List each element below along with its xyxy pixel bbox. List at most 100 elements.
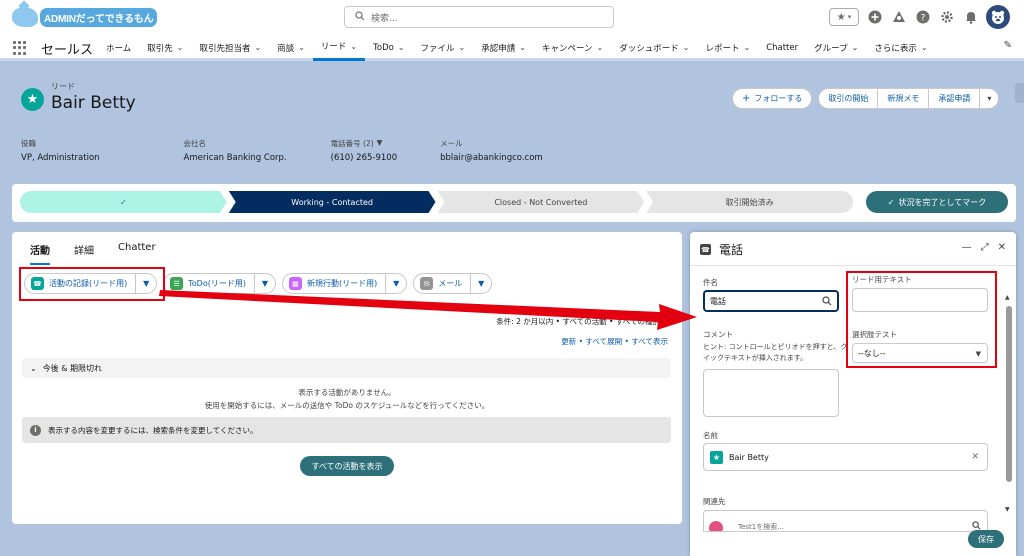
field-label: 会社名 [183, 139, 207, 148]
chevron-down-icon: ▼ [478, 279, 485, 288]
panel-scrollbar[interactable]: ▲ ▼ [1005, 294, 1012, 514]
field-title: 役職 VP, Administration [21, 138, 100, 163]
nav-item[interactable]: 承認申請 ⌄ [473, 34, 534, 61]
help-icon[interactable]: ? [914, 9, 931, 26]
check-icon: ✓ [887, 197, 895, 207]
expand-icon[interactable]: ⤢ [981, 242, 989, 253]
nav-item[interactable]: さらに表示 ⌄ [866, 34, 935, 61]
user-avatar[interactable] [986, 5, 1010, 29]
scroll-thumb[interactable] [1006, 306, 1012, 482]
nav-item[interactable]: 取引先担当者 ⌄ [191, 34, 269, 61]
nav-item[interactable]: グループ ⌄ [806, 34, 866, 61]
record-type-label: リード [51, 82, 75, 91]
refresh-link[interactable]: 更新 [561, 337, 576, 346]
notifications-bell-icon[interactable] [962, 9, 979, 26]
nav-item[interactable]: ホーム [98, 34, 139, 61]
new-event-button[interactable]: ▦ 新規行動(リード用) [283, 274, 387, 293]
tab-chatter[interactable]: Chatter [118, 242, 156, 265]
task-dropdown[interactable]: ▼ [255, 274, 275, 293]
name-value: Bair Betty [729, 452, 769, 462]
mark-complete-button[interactable]: ✓ 状況を完了としてマーク [866, 191, 1008, 213]
comment-textarea[interactable] [703, 369, 839, 417]
chevron-down-icon[interactable]: ⌄ [921, 43, 928, 52]
task-publisher[interactable]: ☰ ToDo(リード用) ▼ [163, 273, 276, 294]
chevron-down-icon[interactable]: ⌄ [298, 43, 305, 52]
app-launcher-icon[interactable] [13, 41, 27, 55]
chevron-down-icon[interactable]: ⌄ [597, 43, 604, 52]
subject-input[interactable]: 電話 [703, 290, 839, 312]
chevron-down-icon[interactable]: ⌄ [254, 43, 261, 52]
minimize-icon[interactable]: — [962, 242, 972, 253]
email-dropdown[interactable]: ▼ [471, 274, 491, 293]
new-task-button[interactable]: ☰ ToDo(リード用) [164, 274, 255, 293]
org-logo[interactable]: ADMINだってできるもん [12, 7, 158, 27]
chevron-down-icon[interactable]: ⌄ [683, 43, 690, 52]
mark-complete-label: 状況を完了としてマーク [898, 197, 987, 207]
chevron-down-icon[interactable]: ⌄ [177, 43, 184, 52]
nav-item[interactable]: 取引先 ⌄ [139, 34, 191, 61]
nav-item[interactable]: ファイル ⌄ [413, 34, 474, 61]
upcoming-overdue-section[interactable]: ⌄ 今後 & 期限切れ [22, 358, 671, 378]
follow-button[interactable]: + フォローする [732, 88, 813, 109]
comment-label: コメント [703, 330, 733, 339]
nav-item-label: ダッシュボード [619, 43, 679, 54]
save-button[interactable]: 保存 [968, 530, 1004, 548]
chevron-down-icon[interactable]: ⌄ [519, 43, 526, 52]
event-dropdown[interactable]: ▼ [386, 274, 406, 293]
convert-button[interactable]: 取引の開始 [818, 88, 879, 109]
view-all-link[interactable]: すべて表示 [631, 337, 668, 346]
chevron-down-icon[interactable]: ⌄ [398, 43, 405, 52]
event-publisher[interactable]: ▦ 新規行動(リード用) ▼ [281, 273, 408, 294]
tab-details[interactable]: 詳細 [74, 242, 94, 265]
chevron-down-icon[interactable]: ⌄ [743, 43, 750, 52]
nav-item-label: ホーム [106, 43, 132, 54]
chevron-down-icon[interactable]: ⌄ [459, 43, 466, 52]
new-note-button[interactable]: 新規メモ [877, 88, 930, 109]
nav-item[interactable]: リード ⌄ [312, 34, 366, 61]
expand-all-link[interactable]: すべて展開 [585, 337, 622, 346]
lead-star-icon: ★ [21, 88, 44, 111]
utility-side-tab[interactable] [1015, 83, 1024, 103]
chevron-down-icon[interactable]: ⌄ [852, 43, 859, 52]
field-label: メール [440, 139, 463, 148]
setup-gear-icon[interactable] [938, 9, 955, 26]
activity-filter-text[interactable]: 条件: 2 か月以内 • すべての活動 • すべての種別 [496, 316, 660, 327]
chevron-down-icon: ▾ [987, 94, 992, 103]
global-search-input[interactable]: 検索... [344, 6, 614, 28]
nav-item[interactable]: Chatter [758, 34, 806, 61]
nav-item[interactable]: 商談 ⌄ [269, 34, 313, 61]
approval-button[interactable]: 承認申請 [928, 88, 981, 109]
nav-item[interactable]: ToDo ⌄ [365, 34, 412, 61]
email-publisher[interactable]: ✉ メール ▼ [413, 273, 493, 294]
panel-controls: — ⤢ ✕ [962, 242, 1006, 253]
subject-value: 電話 [710, 296, 726, 306]
related-lookup-input[interactable]: Test1を検索... [703, 510, 988, 532]
scroll-up-icon[interactable]: ▲ [1005, 294, 1010, 301]
name-lookup[interactable]: ★ Bair Betty ✕ [703, 443, 988, 471]
nav-item[interactable]: レポート ⌄ [697, 34, 758, 61]
show-all-activities-button[interactable]: すべての活動を表示 [300, 456, 394, 476]
tab-activity[interactable]: 活動 [30, 242, 50, 265]
logo-text: ADMINだってできるもん [40, 7, 158, 27]
trailhead-icon[interactable] [890, 9, 907, 26]
remove-icon[interactable]: ✕ [971, 452, 979, 462]
chevron-down-icon[interactable]: ⌄ [350, 42, 357, 51]
field-value: bblair@abankingco.com [440, 153, 543, 163]
more-actions-dropdown[interactable]: ▾ [979, 88, 1000, 109]
nav-item[interactable]: ダッシュボード ⌄ [611, 34, 697, 61]
phone-icon: ☎ [700, 244, 711, 255]
favorites-button[interactable]: ★ ▾ [829, 8, 859, 26]
edit-nav-pencil-icon[interactable]: ✎ [1004, 40, 1012, 51]
email-button[interactable]: ✉ メール [414, 274, 472, 293]
path-stage[interactable]: Working - Contacted [229, 191, 436, 213]
close-icon[interactable]: ✕ [998, 242, 1006, 253]
filter-info-box: i 表示する内容を変更するには、検索条件を変更してください。 [22, 417, 671, 443]
path-stage[interactable]: 取引開始済み [646, 191, 853, 213]
path-stage[interactable]: Closed - Not Converted [438, 191, 645, 213]
quick-text-hint: ヒント: コントロールとピリオドを押すと、クイックテキストが挿入されます。 [703, 343, 848, 362]
field-label-phone[interactable]: 電話番号 (2) ▼ [331, 138, 397, 149]
scroll-down-icon[interactable]: ▼ [1005, 506, 1010, 513]
path-stage[interactable]: ✓ [20, 191, 227, 213]
global-actions-icon[interactable] [866, 9, 883, 26]
nav-item[interactable]: キャンペーン ⌄ [534, 34, 611, 61]
